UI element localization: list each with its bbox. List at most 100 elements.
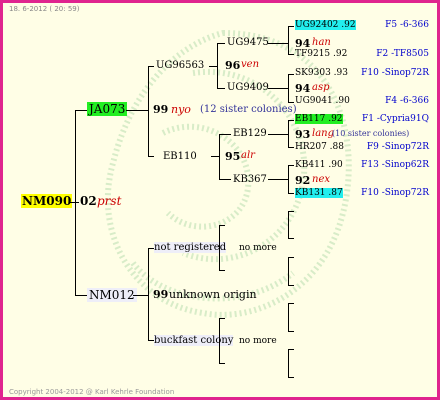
connector (219, 363, 225, 364)
connector (288, 74, 294, 75)
leaf-colony[interactable]: SK9303 .93 (295, 68, 348, 78)
leaf-family: F9 -Sinop72R (366, 142, 429, 152)
leaf-family: F13 -Sinop62R (361, 160, 429, 170)
sd-colony-id[interactable]: EB110 (163, 151, 197, 162)
connector (288, 74, 289, 103)
connector (288, 165, 294, 166)
leaf-colony[interactable]: EB117 .92 (295, 114, 343, 124)
connector (288, 26, 294, 27)
connector (288, 257, 294, 258)
sss-colony-id[interactable]: UG9475 (227, 37, 269, 48)
connector (217, 88, 225, 89)
sds-colony-id[interactable]: EB129 (233, 128, 267, 139)
dam-year: 99 (153, 288, 169, 301)
connector (219, 318, 225, 319)
connector (288, 211, 289, 239)
leaf-colony[interactable]: UG92402 .92 (295, 20, 356, 30)
connector (217, 43, 225, 44)
connector (219, 225, 220, 271)
connector (219, 134, 231, 135)
sdd-colony-id[interactable]: KB367 (233, 174, 267, 185)
connector (288, 303, 294, 304)
sds-sister-note: (10 sister colonies) (332, 129, 410, 138)
ss-colony-id[interactable]: UG96563 (156, 60, 204, 71)
sds-year: 93 (295, 128, 311, 141)
leaf-family: F4 -6-366 (385, 96, 429, 106)
dam-colony-id[interactable]: NM012 (87, 288, 137, 302)
connector (288, 26, 289, 55)
sd-breeder-code: alr (241, 150, 255, 161)
connector (268, 179, 288, 180)
connector (219, 225, 225, 226)
connector (211, 156, 219, 157)
connector (288, 120, 289, 148)
connector (288, 285, 294, 286)
connector (209, 66, 217, 67)
leaf-family: F1 -Cypria91Q (362, 114, 429, 124)
ssd-breeder-code: asp (312, 82, 330, 93)
connector (288, 211, 294, 212)
connector (133, 295, 148, 296)
print-date: 18. 6-2012 ( 20: 59) (9, 5, 80, 13)
connector (288, 193, 294, 194)
leaf-colony[interactable]: HR207 .88 (295, 142, 344, 152)
connector (75, 110, 76, 296)
connector (288, 257, 289, 286)
pedigree-frame: 18. 6-2012 ( 20: 59) NM090 02 prst JA073… (0, 0, 440, 400)
connector (219, 318, 220, 364)
root-colony-id[interactable]: NM090 (21, 194, 73, 208)
sd-year: 95 (225, 150, 241, 163)
connector (148, 156, 154, 157)
connector (288, 165, 289, 194)
connector (268, 43, 288, 44)
leaf-family: F5 -6-366 (385, 20, 429, 30)
leaf-family: F2 -TF8505 (376, 49, 429, 59)
connector (75, 110, 87, 111)
dam-origin: unknown origin (169, 288, 257, 301)
ssd-colony-id[interactable]: UG9409 (227, 82, 269, 93)
connector (126, 110, 148, 111)
leaf-family: F10 -Sinop72R (361, 68, 429, 78)
sire-breeder-code: nyo (171, 103, 191, 116)
sire-year: 99 (153, 103, 169, 116)
copyright-footer: Copyright 2004-2012 @ Karl Kehrle Founda… (9, 388, 175, 396)
ds-colony-label[interactable]: not registered (154, 242, 227, 253)
leaf-colony[interactable]: KB131 .87 (295, 188, 343, 198)
ds-no-more: no more (239, 243, 277, 253)
connector (217, 43, 218, 89)
connector (219, 270, 225, 271)
root-breeder-code: prst (97, 194, 122, 208)
connector (69, 202, 79, 203)
sss-breeder-code: han (312, 37, 331, 48)
connector (268, 134, 288, 135)
connector (219, 179, 231, 180)
sire-sister-note: (12 sister colonies) (200, 104, 297, 115)
ss-year: 96 (225, 59, 241, 72)
connector (288, 349, 294, 350)
connector (288, 54, 294, 55)
dd-colony-label[interactable]: buckfast colony (154, 335, 234, 346)
root-year: 02 (80, 194, 97, 208)
connector (288, 102, 294, 103)
connector (288, 147, 294, 148)
ssd-year: 94 (295, 82, 311, 95)
connector (148, 248, 149, 341)
leaf-family: F10 -Sinop72R (361, 188, 429, 198)
sdd-breeder-code: nex (312, 174, 330, 185)
connector (288, 331, 294, 332)
sds-breeder-code: lang (312, 128, 335, 139)
connector (288, 349, 289, 378)
connector (219, 134, 220, 180)
connector (148, 66, 149, 157)
sire-colony-id[interactable]: JA073 (87, 102, 128, 116)
leaf-colony[interactable]: KB411 .90 (295, 160, 343, 170)
connector (288, 120, 294, 121)
connector (288, 303, 289, 332)
connector (268, 88, 288, 89)
ss-breeder-code: ven (241, 59, 260, 70)
leaf-colony[interactable]: UG9041 .90 (295, 96, 350, 106)
connector (75, 295, 87, 296)
connector (148, 66, 154, 67)
connector (288, 377, 294, 378)
leaf-colony[interactable]: TF9215 .92 (295, 49, 347, 59)
